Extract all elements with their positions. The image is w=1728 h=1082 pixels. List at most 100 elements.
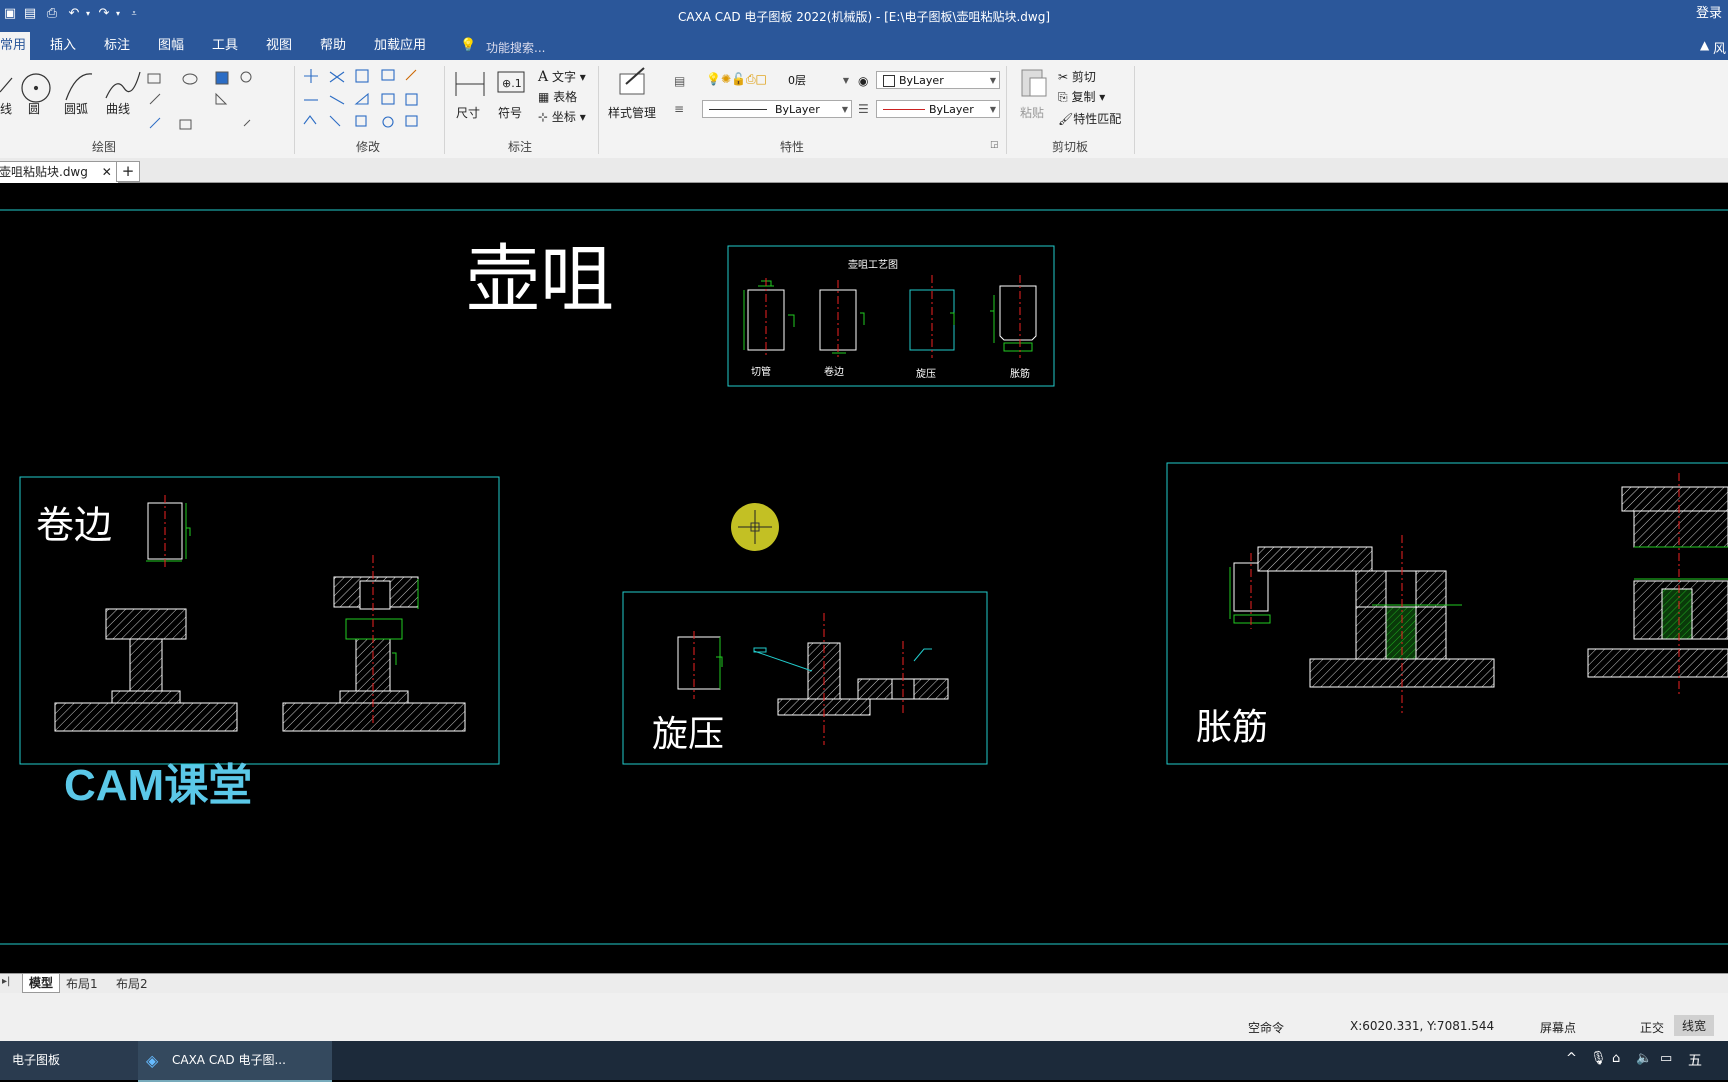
tray-chevron-icon[interactable]: ^ [1566, 1051, 1577, 1066]
curl-die-left [54, 608, 238, 732]
table-icon: ▦ [538, 90, 550, 104]
rotate-icon [382, 116, 394, 128]
volume-icon[interactable]: 🔈 [1636, 1051, 1652, 1066]
bulge-section-label: 胀筋 [1196, 707, 1268, 748]
bulge-tooling [1257, 486, 1728, 688]
new-document-button[interactable]: + [116, 161, 140, 182]
taskbar: 电子图板 CAXA CAD 电子图... ◈ ^ 🎙 ⌂ 🔈 ▭ 五 [0, 1041, 1728, 1082]
tab-annotate[interactable]: 标注 [100, 32, 134, 60]
lineweight-toggle[interactable]: 线宽 [1674, 1015, 1715, 1036]
command-status: 空命令 [1248, 1021, 1285, 1035]
tab-help[interactable]: 帮助 [316, 32, 350, 60]
tab-common[interactable]: 常用 [0, 32, 30, 60]
feature-search-input[interactable]: 功能搜索... [486, 39, 545, 56]
nav-arrows-icon[interactable]: ▸| [2, 976, 10, 987]
circle-tool[interactable]: 圆 [28, 100, 40, 117]
layer-select[interactable]: 0层 ▼ [784, 72, 852, 90]
spin-tooling [777, 642, 949, 716]
title-bar: ▣ ▤ ⎙ ↶ ▾ ↷ ▾ ⩡ CAXA CAD 电子图板 2022(机械版) … [0, 0, 1728, 32]
properties-launcher-icon[interactable]: ◲ [990, 140, 999, 150]
brush-icon: 🖌 [1058, 112, 1074, 126]
network-icon[interactable]: ⌂ [1612, 1051, 1620, 1066]
drawing-canvas[interactable]: 壶咀 壶咀工艺图 切管 卷边 旋压 胀筋 卷边 旋压 胀筋 CAM课堂 [0, 183, 1728, 973]
snap-mode[interactable]: 屏幕点 [1540, 1019, 1576, 1036]
line-tool[interactable]: 线 [0, 100, 12, 117]
fillet-icon [355, 115, 367, 127]
layout-tab-model[interactable]: 模型 [22, 974, 61, 993]
arc-tool-icon [65, 73, 93, 101]
collapse-ribbon-icon[interactable]: ▲ [1700, 38, 1709, 52]
tab-addins[interactable]: 加载应用 [370, 32, 430, 60]
annotate-icons: ⊕.1 [455, 71, 525, 96]
tray-screen-icon[interactable]: ▭ [1660, 1051, 1672, 1066]
copy-button[interactable]: ⎘ 复制 ▾ [1058, 88, 1105, 105]
centerline-icon [215, 92, 228, 105]
shape-icon [240, 71, 252, 83]
layout-tab-1[interactable]: 布局1 [66, 975, 98, 992]
layer-manager-icon[interactable]: ▤ [674, 74, 685, 88]
draw-group-label: 绘图 [92, 140, 117, 154]
ribbon-panel: 线 圆 圆弧 曲线 绘图 修改 ⊕.1 尺寸 符号 A 文字 ▾ ▦ 表格 ⊹ … [0, 60, 1728, 159]
edit-icon [405, 115, 418, 127]
dimension-tool[interactable]: 尺寸 [456, 104, 480, 121]
taskbar-item-drawboard[interactable]: 电子图板 [0, 1041, 146, 1080]
paste-icon [1021, 69, 1047, 97]
taskbar-item-caxa[interactable]: CAXA CAD 电子图... [138, 1041, 332, 1082]
curl-section-label: 卷边 [36, 503, 112, 547]
paste-button[interactable]: 粘贴 [1020, 104, 1044, 121]
modify-tools [303, 69, 418, 128]
step-curl: 卷边 [824, 365, 844, 378]
curve-tool[interactable]: 曲线 [106, 100, 130, 117]
scissors-icon: ✂ [1058, 70, 1069, 84]
match-properties-button[interactable]: 🖌特性匹配 [1058, 110, 1121, 127]
login-link[interactable]: 登录 [1696, 2, 1722, 21]
main-title: 壶咀 [466, 237, 614, 323]
draw-tools [0, 71, 252, 130]
ime-indicator[interactable]: 五 [1688, 1050, 1702, 1070]
offset-icon [381, 69, 395, 81]
polyline-icon [149, 117, 161, 129]
tab-sheet[interactable]: 图幅 [154, 32, 188, 60]
linetype-select[interactable]: ByLayer ▼ [702, 100, 852, 118]
stretch-icon [303, 115, 317, 125]
step-spin: 旋压 [916, 367, 936, 380]
hatch-icon [215, 71, 229, 85]
lineweight-select[interactable]: ByLayer ▼ [876, 100, 1000, 118]
annotate-group-label: 标注 [508, 140, 533, 154]
cut-button[interactable]: ✂ 剪切 [1058, 68, 1096, 85]
rectangle-icon [147, 73, 161, 84]
parallel-line-icon [149, 93, 161, 105]
style-label[interactable]: 风 [1713, 38, 1726, 57]
text-tool[interactable]: A 文字 ▾ [538, 68, 586, 85]
array-icon [355, 69, 369, 83]
ortho-toggle[interactable]: 正交 [1640, 1019, 1664, 1036]
svg-text:⊕.1: ⊕.1 [502, 77, 522, 90]
color-wheel-icon[interactable]: ◉ [858, 74, 868, 88]
copy-icon: ⎘ [1058, 90, 1068, 104]
linetype-icon[interactable]: ≡ [674, 102, 684, 116]
layout-tab-bar: ▸| 模型 布局1 布局2 [0, 973, 1728, 994]
layer-state-icons: 💡✺🔓⎙□ [706, 72, 767, 86]
properties-group-label: 特性 [780, 140, 805, 154]
process-sketches [747, 285, 1037, 351]
symbol-tool[interactable]: 符号 [498, 104, 522, 121]
layout-tab-2[interactable]: 布局2 [116, 975, 148, 992]
document-tab[interactable]: 壶咀粘贴块.dwg ✕ [0, 161, 119, 183]
tab-insert[interactable]: 插入 [46, 32, 80, 60]
status-bar [0, 993, 1728, 1041]
coordinate-tool[interactable]: ⊹ 坐标 ▾ [538, 108, 586, 125]
color-select[interactable]: ByLayer ▼ [876, 71, 1000, 89]
lineweight-icon[interactable]: ☰ [858, 102, 869, 116]
mirror-icon [354, 92, 369, 105]
arc-tool[interactable]: 圆弧 [64, 100, 88, 117]
line-tool-icon [0, 77, 13, 93]
close-icon[interactable]: ✕ [102, 165, 112, 179]
style-manager-button[interactable]: 样式管理 [608, 104, 656, 121]
process-centerlines [765, 275, 1021, 358]
block-icon [179, 119, 192, 130]
tab-view[interactable]: 视图 [262, 32, 296, 60]
microphone-icon[interactable]: 🎙 [1590, 1051, 1607, 1066]
tab-tools[interactable]: 工具 [208, 32, 242, 60]
table-tool[interactable]: ▦ 表格 [538, 88, 577, 105]
spin-section-label: 旋压 [652, 714, 724, 755]
